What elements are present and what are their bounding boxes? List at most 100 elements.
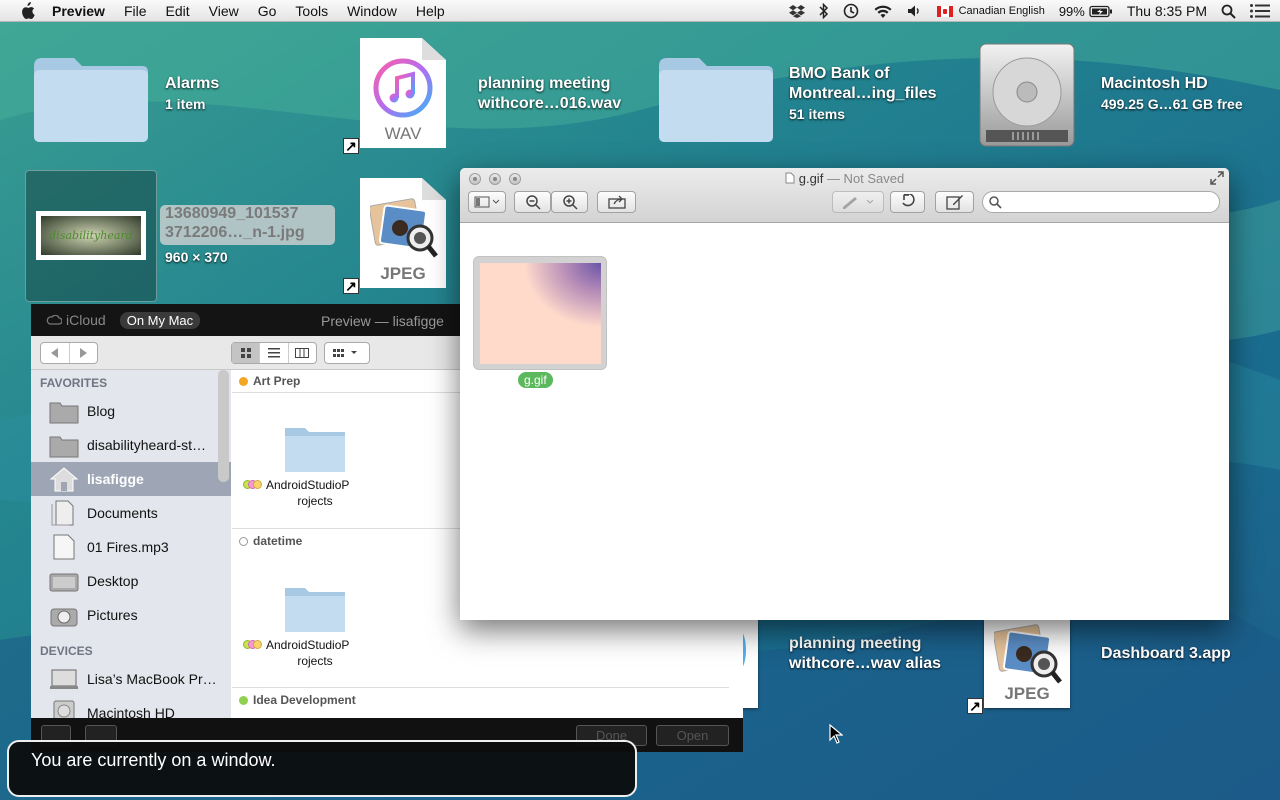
gif-thumbnail bbox=[480, 263, 601, 364]
sidebar-item-pictures[interactable]: Pictures bbox=[31, 598, 231, 632]
fullscreen-icon[interactable] bbox=[1210, 171, 1224, 185]
gif-thumbnail-selection[interactable] bbox=[473, 256, 607, 370]
jpg-file-selection[interactable]: disabilityheard bbox=[25, 170, 157, 302]
sidebar-item-label: 01 Fires.mp3 bbox=[87, 539, 169, 555]
preview-photo-icon bbox=[370, 198, 438, 258]
zoom-out-button[interactable] bbox=[514, 191, 551, 213]
menu-view[interactable]: View bbox=[209, 3, 239, 19]
bmo-folder-label[interactable]: BMO Bank of Montreal…ing_files 51 items bbox=[789, 64, 937, 124]
back-button[interactable] bbox=[41, 343, 70, 363]
sidebar-item-desktop[interactable]: Desktop bbox=[31, 564, 231, 598]
sidebar-item-lisafigge[interactable]: lisafigge bbox=[31, 462, 231, 496]
macintosh-hd-icon[interactable] bbox=[972, 40, 1082, 150]
voiceover-caption: You are currently on a window. bbox=[7, 740, 637, 797]
menu-app-name[interactable]: Preview bbox=[52, 3, 105, 19]
zoom-in-button[interactable] bbox=[551, 191, 588, 213]
menu-tools[interactable]: Tools bbox=[295, 3, 328, 19]
alarms-info: 1 item bbox=[165, 96, 206, 112]
share-icon bbox=[607, 195, 626, 209]
dialog-title-dash: — bbox=[374, 313, 389, 329]
arrange-button[interactable] bbox=[324, 342, 370, 364]
sidebar-item-documents[interactable]: Documents bbox=[31, 496, 231, 530]
forward-button[interactable] bbox=[70, 343, 98, 363]
bmo-folder-icon[interactable] bbox=[655, 52, 777, 144]
bluetooth-icon[interactable] bbox=[819, 3, 829, 19]
jpeg-file-icon[interactable]: JPEG bbox=[360, 178, 446, 288]
markup-pen-button[interactable] bbox=[832, 191, 884, 213]
alias-arrow-icon: ↗ bbox=[343, 138, 359, 154]
dropbox-icon[interactable] bbox=[788, 4, 805, 18]
sidebar-item-fires-mp3[interactable]: 01 Fires.mp3 bbox=[31, 530, 231, 564]
volume-icon[interactable] bbox=[907, 4, 923, 18]
preview-toolbar: g.gif — Not Saved bbox=[460, 168, 1229, 223]
wav-file-label[interactable]: planning meeting withcore…0​16.wav bbox=[478, 74, 621, 114]
spotlight-icon[interactable] bbox=[1221, 4, 1236, 19]
time-machine-icon[interactable] bbox=[843, 3, 859, 19]
dashboard-app-label[interactable]: Dashboard 3.app bbox=[1101, 644, 1231, 664]
dialog-title-app: Preview bbox=[321, 313, 371, 329]
title-status: — Not Saved bbox=[826, 171, 905, 186]
folder-icon bbox=[285, 428, 345, 472]
macintosh-hd-label[interactable]: Macintosh HD 499.25 G…61 GB free bbox=[1101, 74, 1243, 114]
notification-center-icon[interactable] bbox=[1250, 4, 1270, 18]
jpg-dimensions: 960 × 370 bbox=[165, 249, 228, 265]
folder-item-androidstudio-1[interactable]: AndroidStudioP rojects bbox=[240, 422, 390, 509]
rotate-button[interactable] bbox=[890, 191, 925, 213]
list-icon bbox=[267, 348, 280, 358]
edit-toolbar-button[interactable] bbox=[935, 191, 974, 213]
search-field[interactable] bbox=[982, 191, 1220, 213]
file-icon bbox=[53, 534, 75, 560]
jpeg-type-label: JPEG bbox=[380, 264, 426, 283]
wifi-icon[interactable] bbox=[873, 4, 893, 19]
hd-info: 499.25 G…61 GB free bbox=[1101, 96, 1243, 112]
open-button[interactable]: Open bbox=[656, 725, 729, 746]
back-arrow-icon bbox=[50, 348, 58, 358]
alarms-folder-icon[interactable] bbox=[30, 52, 152, 144]
share-button[interactable] bbox=[597, 191, 636, 213]
menu-go[interactable]: Go bbox=[258, 3, 277, 19]
sidebar-item-label: Pictures bbox=[87, 607, 138, 623]
clock[interactable]: Thu 8:35 PM bbox=[1127, 3, 1207, 19]
icon-view-button[interactable] bbox=[232, 343, 260, 363]
list-view-button[interactable] bbox=[259, 343, 287, 363]
alarms-folder-label[interactable]: Alarms 1 item bbox=[165, 74, 219, 114]
hard-drive-icon bbox=[53, 700, 75, 718]
wav-alias-label[interactable]: planning meeting withcore…wav alias bbox=[789, 634, 941, 674]
tag-dots-icon bbox=[243, 480, 263, 490]
sidebar-item-blog[interactable]: Blog bbox=[31, 394, 231, 428]
tab-icloud[interactable]: iCloud bbox=[66, 312, 106, 328]
menu-file[interactable]: File bbox=[124, 3, 147, 19]
column-view-button[interactable] bbox=[287, 343, 316, 363]
menu-window[interactable]: Window bbox=[347, 3, 397, 19]
battery-status[interactable]: 99% bbox=[1059, 4, 1113, 19]
folder-icon bbox=[49, 402, 79, 424]
sidebar-item-label: lisafigge bbox=[87, 471, 144, 487]
sidebar-item-macintosh-hd[interactable]: Macintosh HD bbox=[31, 696, 231, 718]
gif-filename-label[interactable]: g.gif bbox=[518, 372, 553, 388]
columns-icon bbox=[295, 348, 310, 358]
tag-dot-icon bbox=[239, 696, 248, 705]
preview-window[interactable]: g.gif — Not Saved g.gif bbox=[460, 168, 1229, 620]
sidebar-item-label: Macintosh HD bbox=[87, 705, 175, 718]
input-source-menu[interactable]: Canadian English bbox=[936, 5, 1045, 17]
menu-help[interactable]: Help bbox=[416, 3, 445, 19]
jpeg-file-icon-bottom[interactable]: JPEG bbox=[984, 620, 1070, 708]
arrange-icon bbox=[333, 349, 357, 357]
group-name: Idea Development bbox=[253, 693, 356, 707]
hd-name: Macintosh HD bbox=[1101, 75, 1208, 92]
sidebar-toggle-icon bbox=[474, 196, 500, 208]
battery-percent: 99% bbox=[1058, 3, 1085, 19]
sidebar-view-button[interactable] bbox=[468, 191, 506, 213]
sidebar-scrollbar[interactable] bbox=[218, 370, 229, 482]
tab-on-my-mac[interactable]: On My Mac bbox=[119, 311, 201, 329]
sidebar-item-disabilityheard[interactable]: disabilityheard-st… bbox=[31, 428, 231, 462]
battery-icon bbox=[1089, 5, 1112, 17]
group-header-datetime: datetime bbox=[232, 534, 462, 548]
sidebar-item-macbook[interactable]: Lisa’s MacBook Pr… bbox=[31, 662, 231, 696]
menu-edit[interactable]: Edit bbox=[166, 3, 190, 19]
favorites-header: FAVORITES bbox=[40, 376, 108, 390]
folder-item-androidstudio-2[interactable]: AndroidStudioP rojects bbox=[240, 582, 390, 669]
jpg-file-label[interactable]: 13680949_101537 3712206…_n-1.jpg bbox=[165, 204, 305, 242]
wav-file-icon[interactable]: WAV bbox=[360, 38, 446, 148]
apple-menu-icon[interactable] bbox=[18, 1, 36, 20]
